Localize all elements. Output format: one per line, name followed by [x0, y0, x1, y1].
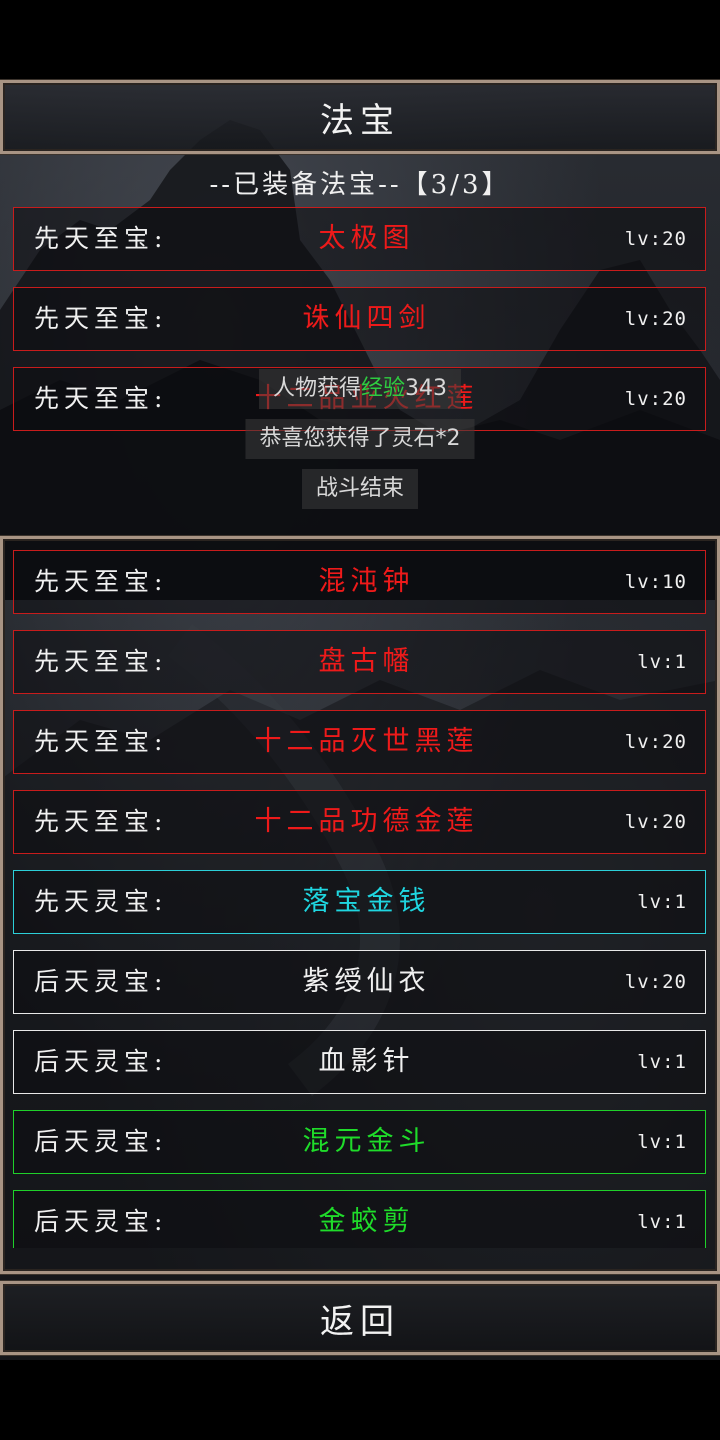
inventory-item[interactable]: 先天至宝: 十二品灭世黑莲 lv:20: [13, 710, 706, 774]
item-level: lv:1: [637, 891, 687, 913]
item-name: 十二品灭世黑莲: [254, 726, 479, 757]
battle-end-toast: 战斗结束: [301, 469, 419, 509]
item-name: 混元金斗: [302, 1126, 431, 1157]
item-level: lv:20: [624, 228, 687, 250]
item-name: 血影针: [318, 1046, 415, 1077]
item-level: lv:20: [624, 388, 687, 410]
item-category: 先天至宝:: [34, 567, 168, 596]
item-category: 先天至宝:: [34, 384, 168, 413]
item-level: lv:20: [624, 811, 687, 833]
item-level: lv:20: [624, 971, 687, 993]
inventory-item[interactable]: 后天灵宝: 紫绶仙衣 lv:20: [13, 950, 706, 1014]
item-level: lv:20: [624, 731, 687, 753]
item-category: 先天至宝:: [34, 807, 168, 836]
toast-highlight: 经验: [361, 376, 406, 401]
back-label: 返回: [320, 1301, 400, 1342]
inventory-item[interactable]: 后天灵宝: 血影针 lv:1: [13, 1030, 706, 1094]
equipped-slot-1[interactable]: 先天至宝: 太极图 lv:20: [13, 207, 706, 271]
item-category: 先天灵宝:: [34, 887, 168, 916]
inventory-item[interactable]: 后天灵宝: 混元金斗 lv:1: [13, 1110, 706, 1174]
item-category: 后天灵宝:: [34, 1127, 168, 1156]
exp-toast: 人物获得经验343: [258, 369, 462, 409]
item-name: 十二品功德金莲: [254, 806, 479, 837]
toast-value: 343: [405, 376, 448, 401]
item-name: 太极图: [318, 223, 415, 254]
item-level: lv:1: [637, 1211, 687, 1233]
item-category: 后天灵宝:: [34, 1047, 168, 1076]
item-name: 诛仙四剑: [302, 303, 431, 334]
item-level: lv:1: [637, 651, 687, 673]
inventory-item[interactable]: 先天至宝: 混沌钟 lv:10: [13, 550, 706, 614]
item-name: 金蛟剪: [318, 1206, 415, 1237]
item-level: lv:1: [637, 1051, 687, 1073]
inventory-item[interactable]: 先天至宝: 盘古幡 lv:1: [13, 630, 706, 694]
item-name: 紫绶仙衣: [302, 966, 431, 997]
item-category: 先天至宝:: [34, 304, 168, 333]
item-category: 后天灵宝:: [34, 967, 168, 996]
inventory-item[interactable]: 先天灵宝: 落宝金钱 lv:1: [13, 870, 706, 934]
inventory-list[interactable]: 先天至宝: 混沌钟 lv:10 先天至宝: 盘古幡 lv:1 先天至宝: 十二品…: [0, 540, 720, 1248]
item-level: lv:1: [637, 1131, 687, 1153]
inventory-item[interactable]: 后天灵宝: 金蛟剪 lv:1: [13, 1190, 706, 1248]
item-level: lv:20: [624, 308, 687, 330]
equipped-slot-2[interactable]: 先天至宝: 诛仙四剑 lv:20: [13, 287, 706, 351]
back-button[interactable]: 返回: [0, 1281, 720, 1355]
inventory-item[interactable]: 先天至宝: 十二品功德金莲 lv:20: [13, 790, 706, 854]
toast-text: 人物获得: [272, 376, 361, 401]
page-title: 法宝: [320, 100, 400, 141]
equipped-header: --已装备法宝--【3/3】: [209, 170, 511, 200]
item-name: 落宝金钱: [302, 886, 431, 917]
item-category: 先天至宝:: [34, 647, 168, 676]
title-bar: 法宝: [0, 80, 720, 154]
stone-toast: 恭喜您获得了灵石*2: [245, 419, 475, 459]
item-name: 盘古幡: [318, 646, 415, 677]
item-category: 先天至宝:: [34, 727, 168, 756]
item-name: 混沌钟: [318, 566, 415, 597]
item-level: lv:10: [624, 571, 687, 593]
item-category: 后天灵宝:: [34, 1207, 168, 1236]
item-category: 先天至宝:: [34, 224, 168, 253]
